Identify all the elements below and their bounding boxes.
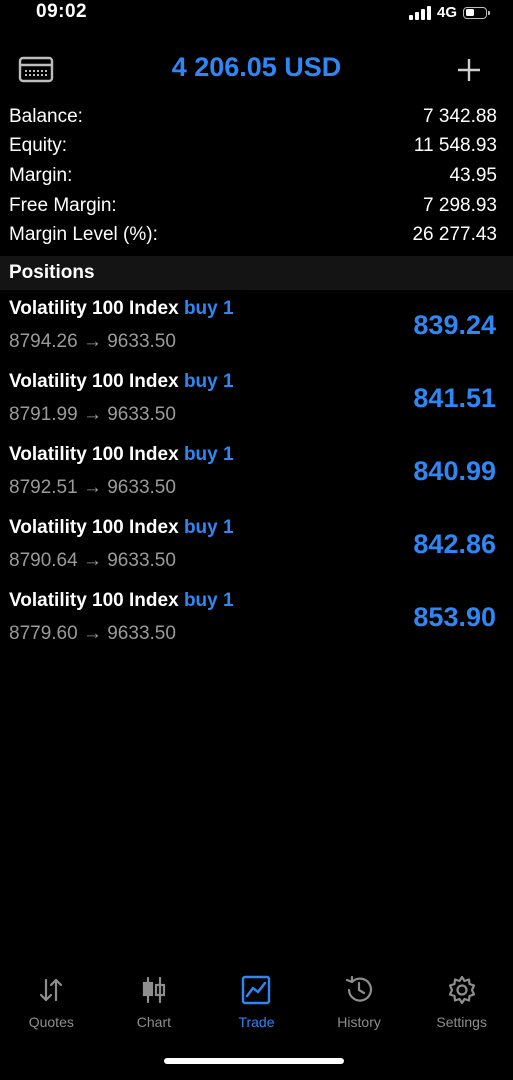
position-profit: 853.90 bbox=[413, 602, 496, 632]
tab-label: Quotes bbox=[28, 1014, 74, 1030]
position-row[interactable]: Volatility 100 Index buy 1 8794.26 → 963… bbox=[0, 292, 513, 365]
gear-icon bbox=[448, 975, 475, 1005]
position-symbol: Volatility 100 Index buy 1 bbox=[9, 371, 234, 393]
add-order-button[interactable] bbox=[455, 56, 483, 84]
position-prices: 8791.99 → 9633.50 bbox=[9, 404, 176, 425]
home-indicator[interactable] bbox=[164, 1058, 344, 1064]
position-side: buy 1 bbox=[183, 444, 234, 465]
position-symbol: Volatility 100 Index buy 1 bbox=[9, 298, 234, 320]
summary-row-free-margin: Free Margin: 7 298.93 bbox=[9, 191, 497, 221]
quotes-arrows-icon bbox=[40, 978, 63, 1002]
summary-row-margin: Margin: 43.95 bbox=[9, 161, 497, 191]
position-row[interactable]: Volatility 100 Index buy 1 8791.99 → 963… bbox=[0, 365, 513, 438]
plus-icon bbox=[458, 59, 480, 81]
tab-quotes[interactable]: Quotes bbox=[0, 968, 103, 1038]
position-symbol-name: Volatility 100 Index bbox=[9, 371, 179, 392]
equity-label: Equity: bbox=[9, 135, 68, 157]
position-side: buy 1 bbox=[183, 517, 234, 538]
history-clock-icon bbox=[345, 975, 373, 1002]
margin-level-label: Margin Level (%): bbox=[9, 224, 158, 246]
position-prices: 8790.64 → 9633.50 bbox=[9, 550, 176, 571]
position-symbol-name: Volatility 100 Index bbox=[9, 517, 179, 538]
tab-label: History bbox=[337, 1014, 381, 1030]
tab-label: Trade bbox=[238, 1014, 275, 1030]
position-symbol-name: Volatility 100 Index bbox=[9, 298, 179, 319]
signal-strength-icon bbox=[408, 5, 431, 20]
position-prices: 8792.51 → 9633.50 bbox=[9, 477, 176, 498]
tab-chart[interactable]: Chart bbox=[103, 968, 206, 1038]
position-profit: 842.86 bbox=[413, 529, 496, 559]
balance-value: 7 342.88 bbox=[423, 105, 497, 127]
trade-chart-icon bbox=[242, 975, 271, 1005]
account-equity-title: 4 206.05 USD bbox=[171, 52, 342, 82]
position-prices: 8794.26 → 9633.50 bbox=[9, 331, 176, 352]
position-prices: 8779.60 → 9633.50 bbox=[9, 623, 176, 644]
position-row[interactable]: Volatility 100 Index buy 1 8792.51 → 963… bbox=[0, 438, 513, 511]
tab-label: Chart bbox=[136, 1014, 171, 1030]
tab-settings[interactable]: Settings bbox=[410, 968, 513, 1038]
status-time: 09:02 bbox=[36, 1, 88, 22]
position-symbol: Volatility 100 Index buy 1 bbox=[9, 590, 234, 612]
position-profit: 841.51 bbox=[413, 383, 496, 413]
position-side: buy 1 bbox=[183, 371, 234, 392]
bottom-tab-bar: Quotes Chart Trade History Settings bbox=[0, 968, 513, 1038]
position-side: buy 1 bbox=[183, 590, 234, 611]
summary-row-balance: Balance: 7 342.88 bbox=[9, 102, 497, 132]
position-row[interactable]: Volatility 100 Index buy 1 8779.60 → 963… bbox=[0, 584, 513, 657]
position-symbol: Volatility 100 Index buy 1 bbox=[9, 444, 234, 466]
summary-row-equity: Equity: 11 548.93 bbox=[9, 132, 497, 162]
summary-row-margin-level: Margin Level (%): 26 277.43 bbox=[9, 220, 497, 250]
position-row[interactable]: Volatility 100 Index buy 1 8790.64 → 963… bbox=[0, 511, 513, 584]
top-bar: 4 206.05 USD bbox=[0, 44, 513, 94]
positions-section-header: Positions bbox=[0, 256, 513, 290]
position-symbol-name: Volatility 100 Index bbox=[9, 590, 179, 611]
tab-history[interactable]: History bbox=[308, 968, 411, 1038]
balance-label: Balance: bbox=[9, 105, 83, 127]
equity-value: 11 548.93 bbox=[413, 135, 497, 157]
status-indicators: 4G bbox=[408, 4, 490, 21]
position-profit: 840.99 bbox=[413, 456, 496, 486]
candlestick-chart-icon bbox=[142, 976, 165, 1004]
account-summary: Balance: 7 342.88 Equity: 11 548.93 Marg… bbox=[9, 102, 497, 250]
tab-label: Settings bbox=[436, 1014, 487, 1030]
status-bar: 09:02 4G bbox=[0, 0, 513, 26]
free-margin-value: 7 298.93 bbox=[423, 194, 497, 216]
network-type: 4G bbox=[436, 4, 457, 21]
margin-value: 43.95 bbox=[449, 164, 497, 186]
free-margin-label: Free Margin: bbox=[9, 194, 117, 216]
position-profit: 839.24 bbox=[413, 310, 496, 340]
position-side: buy 1 bbox=[183, 298, 234, 319]
battery-icon bbox=[463, 6, 490, 19]
position-symbol-name: Volatility 100 Index bbox=[9, 444, 179, 465]
tab-trade[interactable]: Trade bbox=[205, 968, 308, 1038]
margin-level-value: 26 277.43 bbox=[412, 224, 497, 246]
positions-list: Volatility 100 Index buy 1 8794.26 → 963… bbox=[0, 292, 513, 657]
margin-label: Margin: bbox=[9, 164, 73, 186]
position-symbol: Volatility 100 Index buy 1 bbox=[9, 517, 234, 539]
